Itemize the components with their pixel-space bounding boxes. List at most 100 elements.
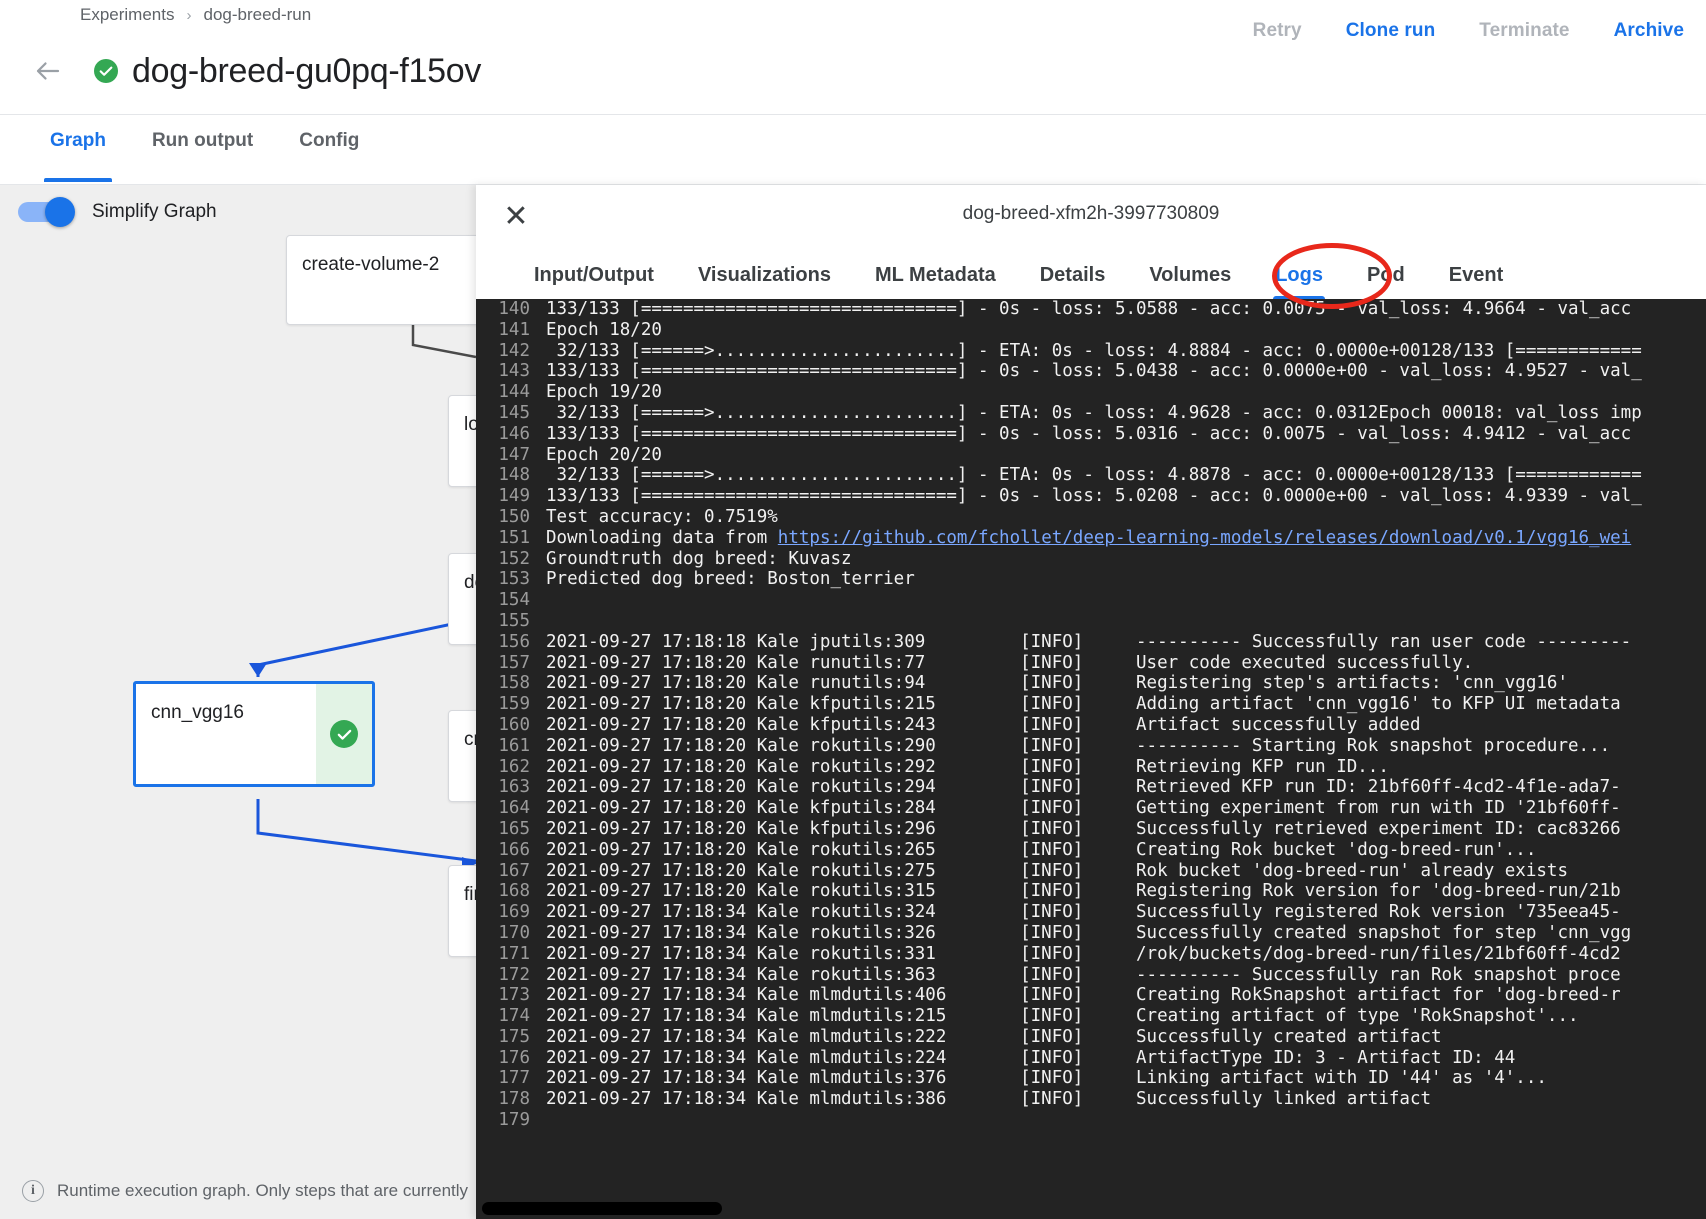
log-line-text: Epoch 18/20 xyxy=(546,319,662,340)
log-line: 175 2021-09-27 17:18:34 Kale mlmdutils:22… xyxy=(476,1027,1706,1048)
log-line-number: 158 xyxy=(498,673,530,694)
log-line: 142 32/133 [======>.....................… xyxy=(476,341,1706,362)
log-line-text: 2021-09-27 17:18:34 Kale mlmdutils:386 [… xyxy=(546,1089,1432,1110)
breadcrumb: Experiments › dog-breed-run xyxy=(80,5,311,25)
tab-volumes[interactable]: Volumes xyxy=(1127,249,1253,301)
tab-ml-metadata[interactable]: ML Metadata xyxy=(853,249,1018,301)
breadcrumb-experiments[interactable]: Experiments xyxy=(80,5,174,25)
log-line-number: 148 xyxy=(498,465,530,486)
graph-node-cnn-vgg16[interactable]: cnn_vgg16 xyxy=(133,681,375,787)
graph-node-de[interactable]: de xyxy=(448,553,476,645)
header-divider xyxy=(0,114,1706,115)
log-line-number: 144 xyxy=(498,382,530,403)
log-line: 156 2021-09-27 17:18:18 Kale jputils:309 … xyxy=(476,632,1706,653)
log-line-text: Groundtruth dog breed: Kuvasz xyxy=(546,548,852,569)
log-line: 167 2021-09-27 17:18:20 Kale rokutils:275… xyxy=(476,861,1706,882)
log-line-number: 155 xyxy=(498,610,530,631)
log-line: 176 2021-09-27 17:18:34 Kale mlmdutils:22… xyxy=(476,1048,1706,1069)
log-line: 159 2021-09-27 17:18:20 Kale kfputils:215… xyxy=(476,694,1706,715)
graph-node-fin[interactable]: fin xyxy=(448,865,476,957)
log-line-number: 170 xyxy=(498,922,530,943)
breadcrumb-separator-icon: › xyxy=(186,6,192,24)
log-line-text: 2021-09-27 17:18:20 Kale rokutils:294 [I… xyxy=(546,777,1621,798)
log-line: 154 xyxy=(476,590,1706,611)
graph-node-load[interactable]: loa xyxy=(448,395,476,487)
log-line-text: 2021-09-27 17:18:34 Kale rokutils:331 [I… xyxy=(546,943,1621,964)
log-line-number: 140 xyxy=(498,299,530,319)
log-line-number: 141 xyxy=(498,319,530,340)
log-line: 177 2021-09-27 17:18:34 Kale mlmdutils:37… xyxy=(476,1068,1706,1089)
log-line: 173 2021-09-27 17:18:34 Kale mlmdutils:40… xyxy=(476,985,1706,1006)
panel-tabs: Input/Output Visualizations ML Metadata … xyxy=(476,249,1706,301)
log-line: 157 2021-09-27 17:18:20 Kale runutils:77 … xyxy=(476,653,1706,674)
retry-button[interactable]: Retry xyxy=(1253,20,1302,42)
tab-run-output[interactable]: Run output xyxy=(138,122,267,182)
tab-config[interactable]: Config xyxy=(285,122,373,182)
graph-node-label: de xyxy=(464,572,476,593)
info-icon: i xyxy=(22,1180,44,1202)
log-line-number: 153 xyxy=(498,569,530,590)
log-line-number: 165 xyxy=(498,818,530,839)
log-line: 144 Epoch 19/20 xyxy=(476,382,1706,403)
log-horizontal-scrollbar[interactable] xyxy=(482,1202,722,1215)
log-line-number: 171 xyxy=(498,943,530,964)
log-line-text: Downloading data from https://github.com… xyxy=(546,527,1632,548)
log-line-text: 2021-09-27 17:18:34 Kale mlmdutils:222 [… xyxy=(546,1026,1442,1047)
log-line-number: 163 xyxy=(498,777,530,798)
clone-run-button[interactable]: Clone run xyxy=(1346,20,1436,42)
log-line-text: 2021-09-27 17:18:20 Kale rokutils:290 [I… xyxy=(546,735,1611,756)
tab-graph[interactable]: Graph xyxy=(36,122,120,182)
log-line-number: 147 xyxy=(498,444,530,465)
graph-node-label: fin xyxy=(464,884,476,905)
log-line: 148 32/133 [======>.....................… xyxy=(476,465,1706,486)
log-line-number: 146 xyxy=(498,423,530,444)
check-circle-icon xyxy=(94,59,118,83)
graph-canvas[interactable]: Simplify Graph create-volume-2 loa de cn… xyxy=(0,185,476,1219)
tab-pod[interactable]: Pod xyxy=(1345,249,1427,301)
log-line-text: Predicted dog breed: Boston_terrier xyxy=(546,569,915,590)
log-line-number: 156 xyxy=(498,631,530,652)
log-line-number: 149 xyxy=(498,486,530,507)
log-line: 152 Groundtruth dog breed: Kuvasz xyxy=(476,549,1706,570)
log-line: 174 2021-09-27 17:18:34 Kale mlmdutils:21… xyxy=(476,1006,1706,1027)
log-line: 165 2021-09-27 17:18:20 Kale kfputils:296… xyxy=(476,819,1706,840)
log-line: 153 Predicted dog breed: Boston_terrier xyxy=(476,569,1706,590)
log-line-text: 2021-09-27 17:18:20 Kale runutils:94 [IN… xyxy=(546,673,1568,694)
log-line-text: 2021-09-27 17:18:20 Kale kfputils:243 [I… xyxy=(546,714,1421,735)
log-line-text: 133/133 [==============================]… xyxy=(546,299,1632,319)
tab-visualizations[interactable]: Visualizations xyxy=(676,249,853,301)
log-line: 147 Epoch 20/20 xyxy=(476,445,1706,466)
log-line-number: 177 xyxy=(498,1068,530,1089)
log-line: 162 2021-09-27 17:18:20 Kale rokutils:292… xyxy=(476,757,1706,778)
log-line-text: 2021-09-27 17:18:20 Kale rokutils:292 [I… xyxy=(546,756,1389,777)
log-line-number: 179 xyxy=(498,1110,530,1131)
archive-button[interactable]: Archive xyxy=(1614,20,1684,42)
log-line: 168 2021-09-27 17:18:20 Kale rokutils:315… xyxy=(476,881,1706,902)
terminate-button[interactable]: Terminate xyxy=(1479,20,1569,42)
check-circle-icon xyxy=(330,720,358,748)
log-line-number: 159 xyxy=(498,694,530,715)
panel-title: dog-breed-xfm2h-3997730809 xyxy=(962,203,1220,224)
arrow-left-icon[interactable] xyxy=(24,47,72,95)
tab-details[interactable]: Details xyxy=(1018,249,1128,301)
log-line: 178 2021-09-27 17:18:34 Kale mlmdutils:38… xyxy=(476,1089,1706,1110)
log-line-text: 133/133 [==============================]… xyxy=(546,361,1642,382)
tab-logs[interactable]: Logs xyxy=(1253,249,1345,301)
topbar-actions: Retry Clone run Terminate Archive xyxy=(1253,20,1706,42)
log-line: 161 2021-09-27 17:18:20 Kale rokutils:290… xyxy=(476,736,1706,757)
log-line-number: 162 xyxy=(498,756,530,777)
log-line-text: 2021-09-27 17:18:20 Kale rokutils:265 [I… xyxy=(546,839,1537,860)
log-line: 172 2021-09-27 17:18:34 Kale rokutils:363… xyxy=(476,965,1706,986)
log-line-number: 168 xyxy=(498,881,530,902)
log-line-number: 161 xyxy=(498,735,530,756)
tab-input-output[interactable]: Input/Output xyxy=(512,249,676,301)
graph-node-cn[interactable]: cn xyxy=(448,710,476,802)
log-link[interactable]: https://github.com/fchollet/deep-learnin… xyxy=(778,528,1631,548)
log-output-console[interactable]: 140 133/133 [============================… xyxy=(476,299,1706,1219)
log-line-text: 2021-09-27 17:18:34 Kale rokutils:324 [I… xyxy=(546,902,1621,923)
graph-node-label: cn xyxy=(464,729,476,750)
breadcrumb-current[interactable]: dog-breed-run xyxy=(203,5,311,25)
log-line-text: 2021-09-27 17:18:20 Kale rokutils:275 [I… xyxy=(546,860,1568,881)
tab-events[interactable]: Event xyxy=(1427,249,1525,301)
graph-node-create-volume-2[interactable]: create-volume-2 xyxy=(286,235,476,325)
